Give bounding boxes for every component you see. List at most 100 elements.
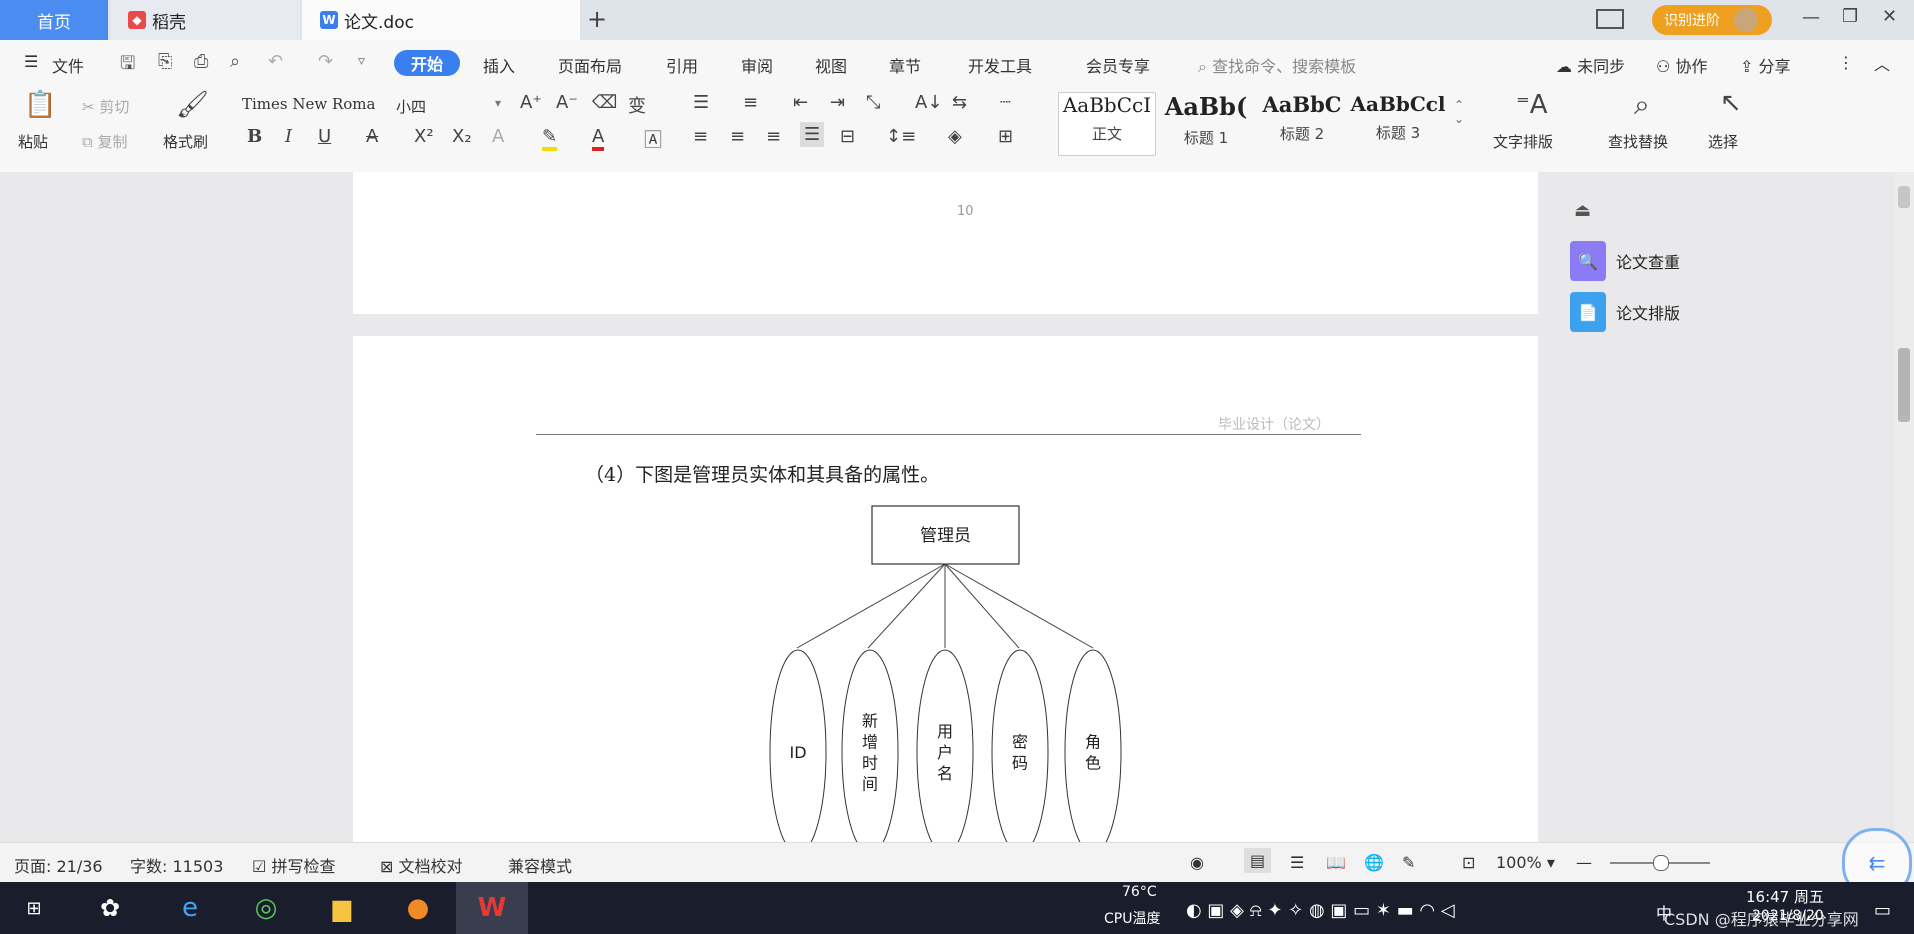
char-border-icon[interactable]: 🄰	[644, 126, 662, 152]
tray-icons[interactable]: ◐ ▣ ◈ ⍾ ✦ ✧ ◍ ▣ ▭ ✶ ▬ ◠ ◁	[1186, 900, 1455, 921]
eye-protection-icon[interactable]: ◉	[1190, 853, 1204, 872]
wps-taskbar-icon[interactable]: W	[456, 882, 528, 934]
ie-icon[interactable]: e	[170, 888, 210, 928]
paper-layout-button[interactable]: 📄 论文排版	[1570, 292, 1680, 332]
font-size-select[interactable]: 小四	[396, 96, 426, 117]
chinese-layout-icon[interactable]: ⤡	[866, 92, 880, 113]
tab-document[interactable]: W 论文.doc	[302, 0, 580, 40]
style-normal[interactable]: AaBbCcI 正文	[1058, 92, 1156, 156]
align-right-icon[interactable]: ≡	[766, 126, 781, 147]
save-icon[interactable]: 🖫	[120, 51, 135, 81]
layout-switch-icon[interactable]	[1596, 9, 1624, 29]
find-icon[interactable]: ⌕	[1634, 88, 1650, 122]
zoom-level[interactable]: 100% ▾	[1496, 853, 1555, 872]
write-view-icon[interactable]: ✎	[1402, 853, 1415, 872]
folder-icon[interactable]: ▆	[322, 888, 362, 928]
menu-view[interactable]: 视图	[815, 53, 847, 77]
justify-icon[interactable]: ☰	[800, 122, 825, 147]
menu-review[interactable]: 审阅	[741, 53, 773, 77]
search-command[interactable]: ⌕ 查找命令、搜索模板	[1198, 53, 1356, 77]
highlight-icon[interactable]: ✎	[542, 126, 558, 151]
style-heading-1[interactable]: AaBb( 标题 1	[1158, 92, 1254, 154]
clock-time[interactable]: 16:47 周五	[1746, 886, 1824, 907]
phonetic-icon[interactable]: 变	[628, 92, 646, 118]
print-icon[interactable]: ⎙	[194, 51, 208, 72]
windows-start-icon[interactable]: ⊞	[14, 888, 54, 928]
reading-view-icon[interactable]: 📖	[1326, 853, 1346, 872]
vertical-scrollbar[interactable]	[1895, 172, 1914, 842]
zoom-slider-knob[interactable]	[1653, 855, 1669, 871]
undo-icon[interactable]: ↶	[268, 51, 283, 72]
italic-icon[interactable]: I	[285, 126, 292, 147]
collapse-ribbon-icon[interactable]: ︿	[1874, 51, 1890, 75]
font-name-select[interactable]: Times New Roma	[242, 95, 375, 113]
menu-file[interactable]: 文件	[52, 53, 84, 77]
style-heading-3[interactable]: AaBbCcl 标题 3	[1350, 92, 1446, 154]
format-painter-button[interactable]: 格式刷	[163, 131, 208, 152]
avatar[interactable]	[1734, 8, 1758, 32]
grow-font-icon[interactable]: A⁺	[520, 92, 542, 113]
underline-icon[interactable]: U	[318, 126, 331, 147]
menu-chapter[interactable]: 章节	[889, 53, 921, 77]
text-layout-button[interactable]: 文字排版	[1493, 131, 1553, 152]
subscript-icon[interactable]: X₂	[452, 126, 472, 147]
promo-button[interactable]: 识别进阶	[1652, 5, 1772, 35]
collab-button[interactable]: ⚇ 协作	[1656, 53, 1707, 77]
shrink-font-icon[interactable]: A⁻	[556, 92, 578, 113]
browser-icon[interactable]: ◎	[246, 888, 286, 928]
paste-button[interactable]: 粘贴	[18, 131, 48, 152]
tab-home[interactable]: 首页	[0, 0, 108, 40]
borders-icon[interactable]: ⊞	[998, 126, 1013, 147]
page-indicator[interactable]: 页面: 21/36	[14, 853, 103, 877]
menu-page-layout[interactable]: 页面布局	[558, 53, 622, 77]
menu-member[interactable]: 会员专享	[1086, 53, 1150, 77]
web-view-icon[interactable]: 🌐	[1364, 853, 1384, 872]
numbered-list-icon[interactable]: ≡	[743, 92, 758, 113]
print-preview-icon[interactable]: ⌕	[230, 51, 240, 72]
menu-developer[interactable]: 开发工具	[968, 53, 1032, 77]
app-icon[interactable]: ✿	[90, 888, 130, 928]
tab-stops-icon[interactable]: ┈	[1000, 92, 1011, 113]
select-button[interactable]: 选择	[1708, 131, 1738, 152]
media-icon[interactable]: ●	[398, 888, 438, 928]
text-layout-icon[interactable]: ⁼A	[1516, 90, 1548, 120]
scroll-thumb-top[interactable]	[1898, 186, 1910, 208]
paper-check-button[interactable]: 🔍 论文查重	[1570, 241, 1680, 281]
superscript-icon[interactable]: X²	[414, 126, 434, 147]
find-replace-button[interactable]: 查找替换	[1608, 131, 1668, 152]
fit-page-icon[interactable]: ⊡	[1462, 853, 1475, 872]
menu-start[interactable]: 开始	[394, 50, 460, 76]
zoom-out-button[interactable]: —	[1576, 853, 1592, 872]
outline-view-icon[interactable]: ☰	[1290, 853, 1304, 872]
paste-icon[interactable]: 📋	[24, 90, 56, 120]
more-button[interactable]: ⋮	[1838, 53, 1854, 72]
new-tab-button[interactable]: +	[587, 5, 607, 33]
redo-icon[interactable]: ↷	[318, 51, 333, 72]
tab-daoke[interactable]: ◆ 稻壳	[110, 0, 300, 40]
bold-icon[interactable]: B	[247, 126, 262, 147]
minimize-button[interactable]: —	[1802, 7, 1820, 28]
text-effect-icon[interactable]: A	[492, 126, 504, 147]
word-count[interactable]: 字数: 11503	[130, 853, 223, 877]
font-dropdown-icon[interactable]: ▾	[495, 96, 501, 110]
cloud-save-icon[interactable]: ⎘	[158, 51, 172, 72]
collapse-panel-icon[interactable]: ⏏	[1574, 200, 1591, 221]
menu-insert[interactable]: 插入	[483, 53, 515, 77]
restore-button[interactable]: ❐	[1842, 6, 1858, 27]
styles-scroll-icon[interactable]: ⌃ ⌄	[1454, 98, 1464, 126]
notification-icon[interactable]: ▭	[1874, 900, 1891, 921]
share-button[interactable]: ⇪ 分享	[1740, 53, 1791, 77]
hamburger-icon[interactable]: ☰	[24, 52, 38, 71]
page-view-icon[interactable]: ▤	[1244, 848, 1272, 873]
spell-check-button[interactable]: ☑ 拼写检查	[252, 853, 335, 877]
scroll-thumb[interactable]	[1898, 348, 1910, 422]
shading-icon[interactable]: ◈	[948, 126, 962, 147]
bullet-list-icon[interactable]: ☰	[693, 92, 709, 113]
format-painter-icon[interactable]: 🖌	[176, 90, 209, 120]
menu-references[interactable]: 引用	[666, 53, 698, 77]
strikethrough-icon[interactable]: A	[366, 126, 378, 147]
font-color-icon[interactable]: A	[592, 126, 605, 151]
increase-indent-icon[interactable]: ⇥	[830, 92, 845, 113]
quick-access-dropdown-icon[interactable]: ▿	[358, 53, 365, 69]
text-direction-icon[interactable]: A↓	[915, 92, 942, 113]
